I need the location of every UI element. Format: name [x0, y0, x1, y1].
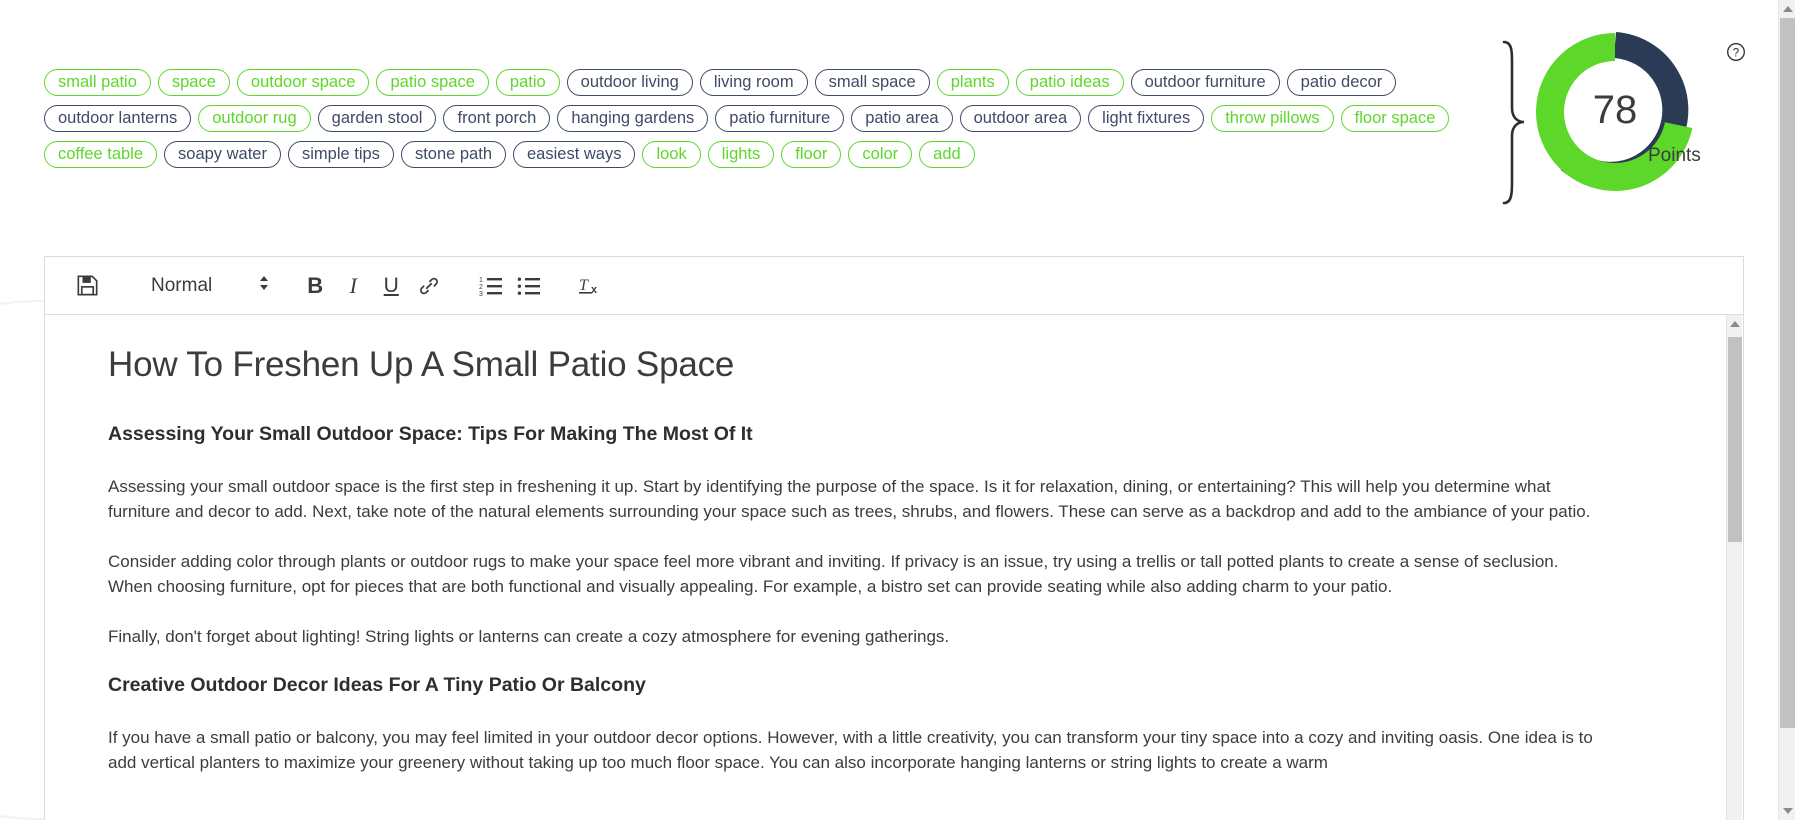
keyword-tag[interactable]: outdoor space [236, 68, 370, 96]
bullet-list-icon[interactable] [512, 267, 546, 305]
keyword-tag[interactable]: outdoor living [566, 68, 693, 96]
document-paragraph[interactable]: Consider adding color through plants or … [108, 549, 1598, 599]
document-content[interactable]: How To Freshen Up A Small Patio Space Ass… [45, 315, 1743, 775]
page-scrollbar-thumb[interactable] [1780, 18, 1795, 728]
editor-toolbar: Normal B I U 1 2 3 T x [45, 257, 1743, 315]
svg-text:?: ? [1733, 47, 1739, 59]
document-paragraph[interactable]: Assessing your small outdoor space is th… [108, 474, 1598, 524]
keyword-tag[interactable]: floor space [1340, 104, 1450, 132]
editor-scrollbar[interactable] [1726, 315, 1742, 820]
link-icon[interactable] [412, 267, 446, 305]
keyword-tag[interactable]: outdoor rug [198, 104, 311, 132]
clear-formatting-icon[interactable]: T x [574, 267, 608, 305]
keyword-tag[interactable]: throw pillows [1211, 104, 1334, 132]
keyword-tag[interactable]: patio decor [1286, 68, 1397, 96]
underline-button[interactable]: U [374, 267, 408, 305]
keyword-tag[interactable]: patio furniture [715, 104, 845, 132]
svg-text:1: 1 [479, 277, 483, 284]
keyword-tag[interactable]: floor [781, 140, 842, 168]
keyword-row: outdoor lanterns outdoor rug garden stool f… [44, 104, 1474, 132]
document-heading[interactable]: Creative Outdoor Decor Ideas For A Tiny … [108, 674, 1673, 697]
keyword-tag[interactable]: living room [699, 68, 808, 96]
keyword-tag[interactable]: color [848, 140, 913, 168]
italic-button[interactable]: I [336, 267, 370, 305]
keyword-tag[interactable]: lights [707, 140, 775, 168]
rich-text-editor: Normal B I U 1 2 3 T x How To Freshen Up… [44, 256, 1744, 820]
editor-scrollbar-thumb[interactable] [1728, 337, 1742, 542]
page-scrollbar[interactable] [1778, 0, 1795, 820]
keyword-tag[interactable]: small patio [44, 68, 151, 96]
keyword-tag[interactable]: hanging gardens [557, 104, 709, 132]
brace-decoration [1498, 40, 1528, 205]
keyword-row: coffee table soapy water simple tips stone … [44, 140, 1474, 168]
document-scroll-area[interactable]: How To Freshen Up A Small Patio Space Ass… [45, 315, 1743, 820]
keyword-tag[interactable]: small space [814, 68, 930, 96]
keyword-tag[interactable]: front porch [443, 104, 551, 132]
keyword-tag[interactable]: outdoor lanterns [44, 104, 192, 132]
keyword-tag[interactable]: garden stool [317, 104, 437, 132]
ordered-list-icon[interactable]: 1 2 3 [474, 267, 508, 305]
svg-text:x: x [591, 284, 598, 296]
chevron-updown-icon [258, 273, 270, 298]
keyword-tag[interactable]: patio [495, 68, 560, 96]
keyword-tag[interactable]: stone path [400, 140, 506, 168]
gauge-label: Points [1648, 145, 1701, 166]
keyword-tag[interactable]: patio space [376, 68, 489, 96]
document-title[interactable]: How To Freshen Up A Small Patio Space [108, 345, 1673, 385]
svg-text:3: 3 [479, 291, 483, 297]
keyword-tag[interactable]: space [157, 68, 230, 96]
block-style-label: Normal [151, 274, 213, 296]
keyword-tag[interactable]: soapy water [164, 140, 281, 168]
keyword-tag[interactable]: add [919, 140, 975, 168]
svg-text:T: T [579, 277, 589, 294]
bold-button[interactable]: B [298, 267, 332, 305]
keyword-tag[interactable]: outdoor furniture [1130, 68, 1280, 96]
keyword-row: small patio space outdoor space patio space… [44, 68, 1474, 96]
document-paragraph[interactable]: Finally, don't forget about lighting! St… [108, 624, 1598, 649]
scroll-up-arrow-icon[interactable] [1727, 315, 1743, 333]
save-icon[interactable] [67, 267, 107, 305]
page-scroll-down-arrow-icon[interactable] [1779, 802, 1795, 820]
block-style-select[interactable]: Normal [151, 273, 270, 298]
keyword-tag[interactable]: plants [936, 68, 1009, 96]
keyword-tag[interactable]: patio area [851, 104, 953, 132]
keyword-tag[interactable]: simple tips [287, 140, 394, 168]
keyword-tag[interactable]: outdoor area [959, 104, 1082, 132]
keyword-tag[interactable]: light fixtures [1088, 104, 1205, 132]
document-heading[interactable]: Assessing Your Small Outdoor Space: Tips… [108, 423, 1673, 446]
page-scroll-up-arrow-icon[interactable] [1779, 0, 1795, 18]
page-root: small patio space outdoor space patio space… [0, 0, 1795, 820]
svg-text:2: 2 [479, 284, 483, 291]
keyword-tag[interactable]: look [642, 140, 701, 168]
help-question-icon[interactable]: ? [1726, 42, 1746, 62]
keyword-tag[interactable]: easiest ways [513, 140, 636, 168]
score-gauge: 78 Points [1530, 30, 1730, 210]
keyword-tag-cloud: small patio space outdoor space patio space… [44, 68, 1474, 176]
document-paragraph[interactable]: If you have a small patio or balcony, yo… [108, 725, 1598, 775]
keyword-tag[interactable]: patio ideas [1015, 68, 1124, 96]
keyword-tag[interactable]: coffee table [44, 140, 158, 168]
gauge-arc [1536, 32, 1693, 191]
